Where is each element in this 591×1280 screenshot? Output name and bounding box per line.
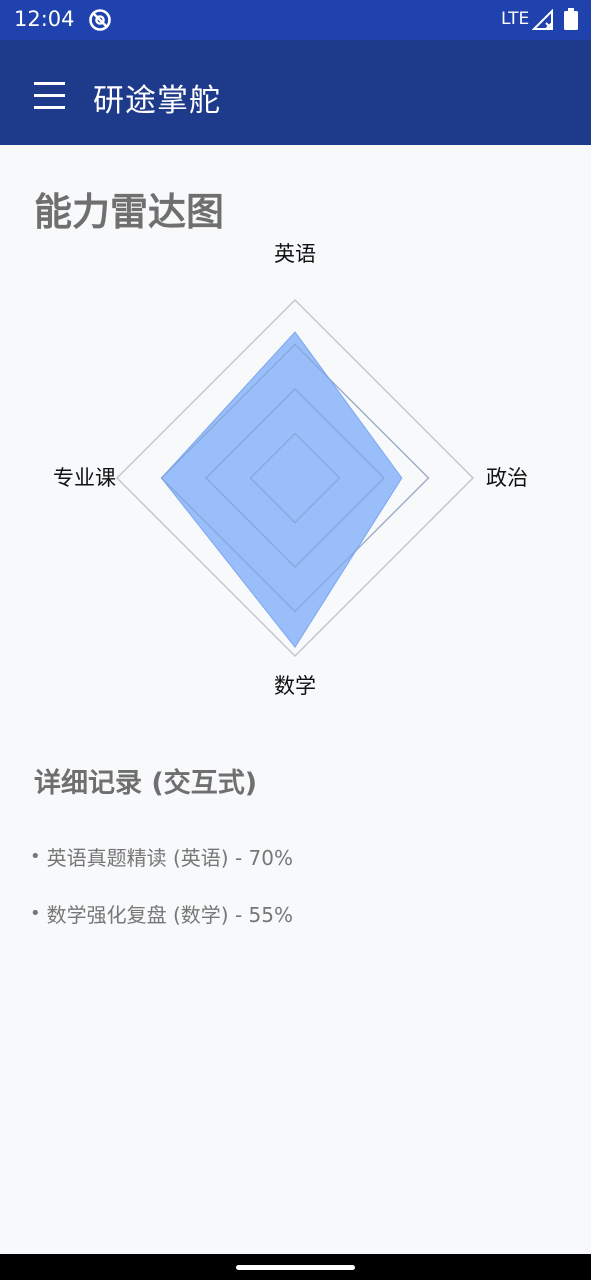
bullet: • xyxy=(30,903,41,924)
radar-axis-label: 政治 xyxy=(486,466,528,490)
home-gesture-handle[interactable] xyxy=(236,1265,355,1270)
signal-icon xyxy=(532,9,553,30)
app-title: 研途掌舵 xyxy=(93,83,221,119)
details-title: 详细记录 (交互式) xyxy=(34,768,258,799)
app-bar: 研途掌舵 xyxy=(0,40,591,145)
status-bar: 12:04 LTE xyxy=(0,0,591,40)
radar-axis-label: 数学 xyxy=(274,674,316,698)
at-sign-icon xyxy=(89,9,111,31)
record-text: 数学强化复盘 (数学) - 55% xyxy=(46,903,293,927)
status-time: 12:04 xyxy=(14,7,75,31)
menu-button[interactable] xyxy=(24,70,74,120)
list-item[interactable]: • 数学强化复盘 (数学) - 55% xyxy=(30,885,293,942)
radar-axis-label: 英语 xyxy=(274,242,316,266)
battery-icon xyxy=(564,8,578,30)
list-item[interactable]: • 英语真题精读 (英语) - 70% xyxy=(30,828,293,885)
radar-data-area xyxy=(160,331,403,648)
radar-title: 能力雷达图 xyxy=(34,190,225,234)
network-type: LTE xyxy=(501,9,530,29)
navigation-bar xyxy=(0,1254,591,1280)
main-content: 能力雷达图 英语政治数学 专业课 详细记录 (交互式) • 英语真题精读 (英语)… xyxy=(0,145,591,1254)
radar-chart-svg: 英语政治数学 专业课 xyxy=(53,242,528,698)
bullet: • xyxy=(30,846,41,867)
radar-axis-label: 专业课 xyxy=(53,466,116,490)
radar-chart: 英语政治数学 专业课 xyxy=(0,231,591,701)
record-list: • 英语真题精读 (英语) - 70% • 数学强化复盘 (数学) - 55% xyxy=(30,828,293,942)
record-text: 英语真题精读 (英语) - 70% xyxy=(46,846,293,870)
